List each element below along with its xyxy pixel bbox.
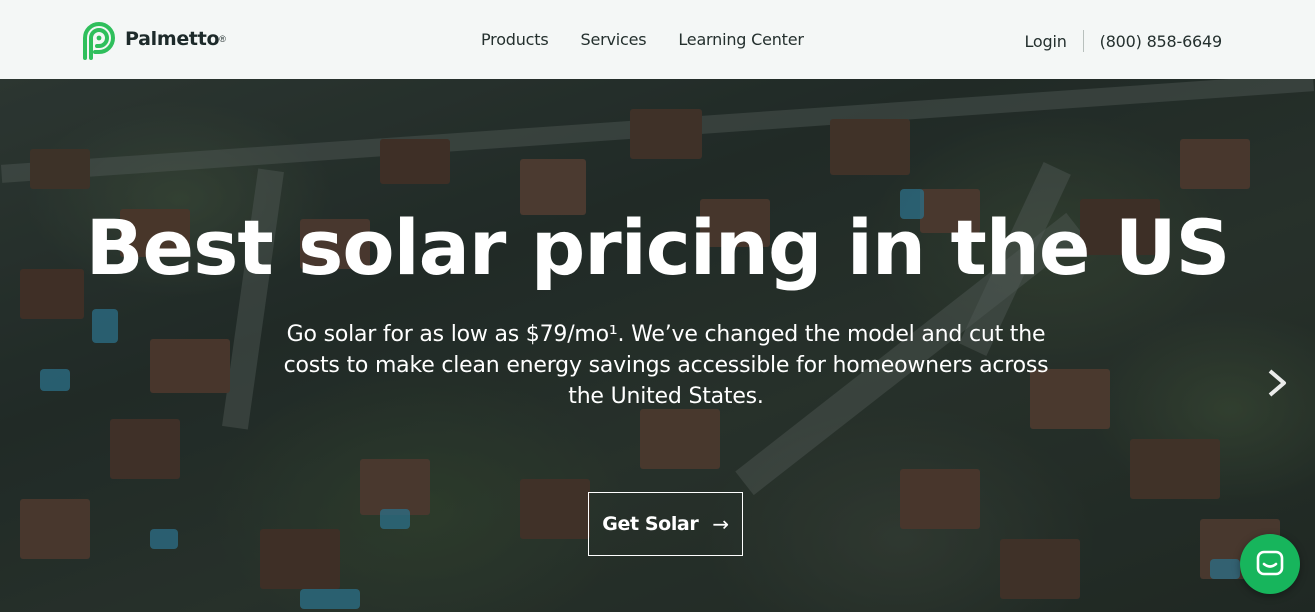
nav-item-services[interactable]: Services (581, 30, 647, 49)
chat-icon (1256, 550, 1284, 576)
site-header: Palmetto ® Products Services Learning Ce… (0, 0, 1315, 79)
chat-button[interactable] (1240, 534, 1300, 594)
chevron-right-icon[interactable] (1262, 367, 1290, 399)
nav-item-learning-center[interactable]: Learning Center (678, 30, 804, 49)
brand-name: Palmetto (125, 28, 220, 50)
hero-headline: Best solar pricing in the US (85, 203, 1231, 292)
brand-trademark: ® (219, 34, 226, 44)
nav-item-products[interactable]: Products (481, 30, 549, 49)
login-link[interactable]: Login (1024, 32, 1066, 51)
get-solar-button[interactable]: Get Solar → (588, 492, 743, 556)
hero-section: Best solar pricing in the US Go solar fo… (0, 79, 1315, 612)
get-solar-label: Get Solar (602, 513, 699, 535)
arrow-right-icon: → (712, 512, 729, 536)
palmetto-logo-icon (83, 22, 115, 60)
main-nav: Products Services Learning Center (481, 30, 804, 49)
header-divider (1082, 30, 1084, 52)
brand-logo[interactable]: Palmetto ® (79, 18, 226, 60)
phone-link[interactable]: (800) 858-6649 (1100, 32, 1223, 51)
hero-subtext: Go solar for as low as $79/mo¹. We’ve ch… (283, 322, 1049, 409)
header-actions: Login (800) 858-6649 (1024, 30, 1222, 52)
